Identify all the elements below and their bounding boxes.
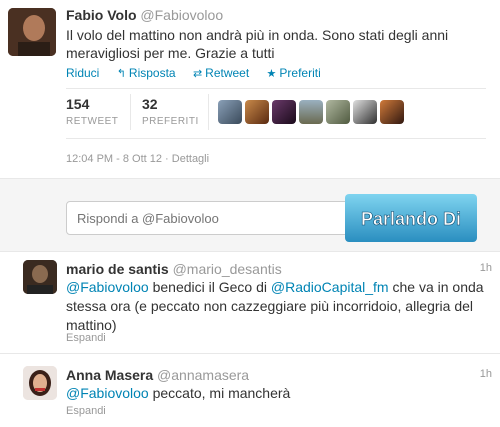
parlando-di-logo: Parlando Di [345, 194, 477, 242]
author-handle[interactable]: @Fabiovoloo [140, 7, 223, 23]
reply-arrow-icon: ↰ [116, 68, 126, 80]
reply-tweet[interactable]: mario de santis @mario_desantis 1h @Fabi… [0, 260, 500, 350]
retweeter-avatar[interactable] [380, 100, 404, 124]
retweeter-avatar[interactable] [272, 100, 296, 124]
divider [0, 353, 500, 354]
star-icon: ★ [266, 68, 277, 80]
reply-time[interactable]: 1h [480, 368, 492, 380]
tweet-timestamp[interactable]: 12:04 PM - 8 Ott 12 · Dettagli [66, 153, 209, 165]
reply-avatar[interactable] [23, 260, 57, 294]
author-avatar[interactable] [8, 8, 56, 56]
retweeter-avatar[interactable] [245, 100, 269, 124]
expand-link[interactable]: Espandi [66, 405, 106, 417]
favorite-button[interactable]: ★ Preferiti [267, 66, 321, 80]
favorites-stat[interactable]: 32 PREFERITI [142, 96, 199, 127]
mention-link[interactable]: @Fabiovoloo [66, 385, 149, 401]
reply-text-part: peccato, mi mancherà [148, 385, 291, 401]
reply-text: @Fabiovoloo peccato, mi mancherà [66, 384, 486, 403]
reply-tweet[interactable]: Anna Masera @annamasera 1h @Fabiovoloo p… [0, 366, 500, 426]
retweet-label: Retweet [205, 66, 250, 80]
favorites-label: PREFERITI [142, 116, 199, 127]
expand-link[interactable]: Espandi [66, 332, 106, 344]
reply-header: Anna Masera @annamasera [66, 367, 249, 383]
stat-divider [130, 94, 131, 130]
retweet-icon: ⇄ [192, 68, 203, 80]
author-name[interactable]: Fabio Volo [66, 7, 137, 23]
stat-divider [208, 94, 209, 130]
reply-button[interactable]: ↰ Risposta [117, 66, 176, 80]
retweets-label: RETWEET [66, 116, 119, 127]
retweets-count: 154 [66, 96, 90, 112]
reply-time[interactable]: 1h [480, 262, 492, 274]
tweet-text: Il volo del mattino non andrà più in ond… [66, 27, 449, 61]
divider [66, 138, 486, 139]
retweeter-avatar[interactable] [299, 100, 323, 124]
collapse-link[interactable]: Riduci [66, 66, 99, 80]
reply-text: @Fabiovoloo benedici il Geco di @RadioCa… [66, 278, 486, 335]
reply-avatar[interactable] [23, 366, 57, 400]
retweets-stat[interactable]: 154 RETWEET [66, 96, 118, 127]
reply-author-handle[interactable]: @annamasera [157, 367, 249, 383]
reply-author-handle[interactable]: @mario_desantis [173, 261, 282, 277]
divider [66, 88, 486, 89]
mention-link[interactable]: @RadioCapital_fm [271, 279, 389, 295]
retweeter-avatar[interactable] [353, 100, 377, 124]
reply-author-name[interactable]: Anna Masera [66, 367, 153, 383]
tweet-header: Fabio Volo @Fabiovoloo [66, 7, 223, 23]
parlando-di-logo-text: Parlando Di [361, 209, 461, 229]
favorites-count: 32 [142, 96, 158, 112]
retweeter-avatar[interactable] [218, 100, 242, 124]
reply-label: Risposta [128, 66, 176, 80]
retweet-button[interactable]: ⇄ Retweet [193, 66, 249, 80]
reply-header: mario de santis @mario_desantis [66, 261, 282, 277]
mention-link[interactable]: @Fabiovoloo [66, 279, 149, 295]
favorite-label: Preferiti [279, 66, 321, 80]
reply-author-name[interactable]: mario de santis [66, 261, 169, 277]
tweet-actions: Riduci ↰ Risposta ⇄ Retweet ★ Preferiti [66, 66, 335, 80]
reply-text-part: benedici il Geco di [148, 279, 271, 295]
retweeter-avatar[interactable] [326, 100, 350, 124]
